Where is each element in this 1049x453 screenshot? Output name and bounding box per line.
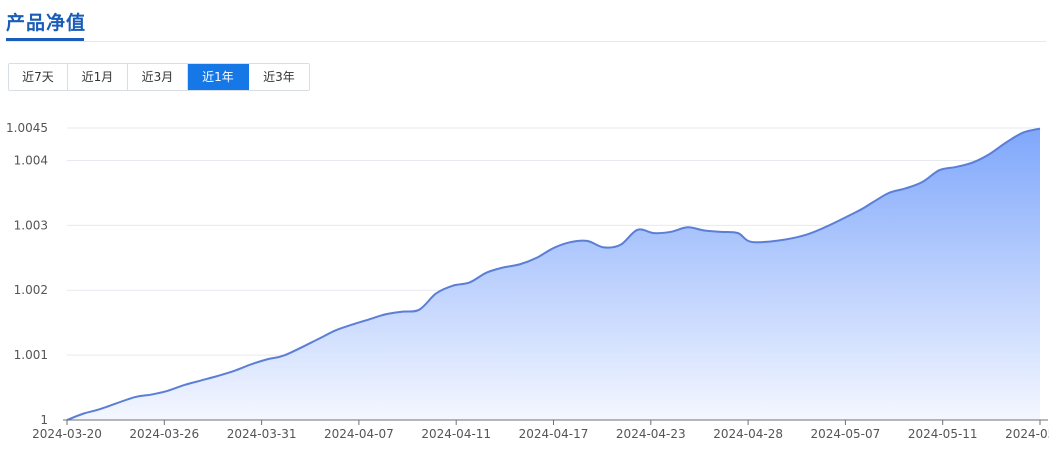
tab-1m[interactable]: 近1月: [68, 64, 128, 90]
y-tick-label: 1.0045: [6, 121, 48, 135]
page-title: 产品净值: [6, 12, 87, 34]
x-tick-label: 2024-04-17: [519, 427, 589, 441]
x-tick-label: 2024-03-31: [227, 427, 297, 441]
y-axis: 1 1.001 1.002 1.003 1.004 1.0045: [6, 121, 48, 427]
header-divider: [6, 41, 1046, 42]
period-tabs: 近7天 近1月 近3月 近1年 近3年: [8, 63, 310, 91]
y-tick-label: 1.002: [14, 283, 48, 297]
x-tick-label: 2024-04-11: [421, 427, 491, 441]
x-tick-label: 2024-05-11: [908, 427, 978, 441]
x-axis: 2024-03-20 2024-03-26 2024-03-31 2024-04-07…: [32, 419, 1049, 441]
y-tick-label: 1.003: [14, 218, 48, 232]
nav-chart: 2024-03-20 2024-03-26 2024-03-31 2024-04-07…: [6, 121, 1049, 441]
tab-3y[interactable]: 近3年: [249, 64, 309, 90]
tab-7d[interactable]: 近7天: [9, 64, 68, 90]
x-tick-label: 2024-05-07: [811, 427, 881, 441]
y-tick-label: 1: [40, 413, 48, 427]
x-tick-label: 2024-03-20: [32, 427, 102, 441]
x-tick-label: 2024-05-16: [1005, 427, 1049, 441]
x-tick-label: 2024-04-28: [713, 427, 783, 441]
tab-3m[interactable]: 近3月: [128, 64, 188, 90]
x-tick-label: 2024-03-26: [129, 427, 199, 441]
x-tick-label: 2024-04-07: [324, 427, 394, 441]
tab-1y[interactable]: 近1年: [188, 64, 249, 90]
header: 产品净值: [0, 0, 1049, 43]
y-tick-label: 1.004: [14, 153, 48, 167]
y-tick-label: 1.001: [14, 348, 48, 362]
x-tick-label: 2024-04-23: [616, 427, 686, 441]
